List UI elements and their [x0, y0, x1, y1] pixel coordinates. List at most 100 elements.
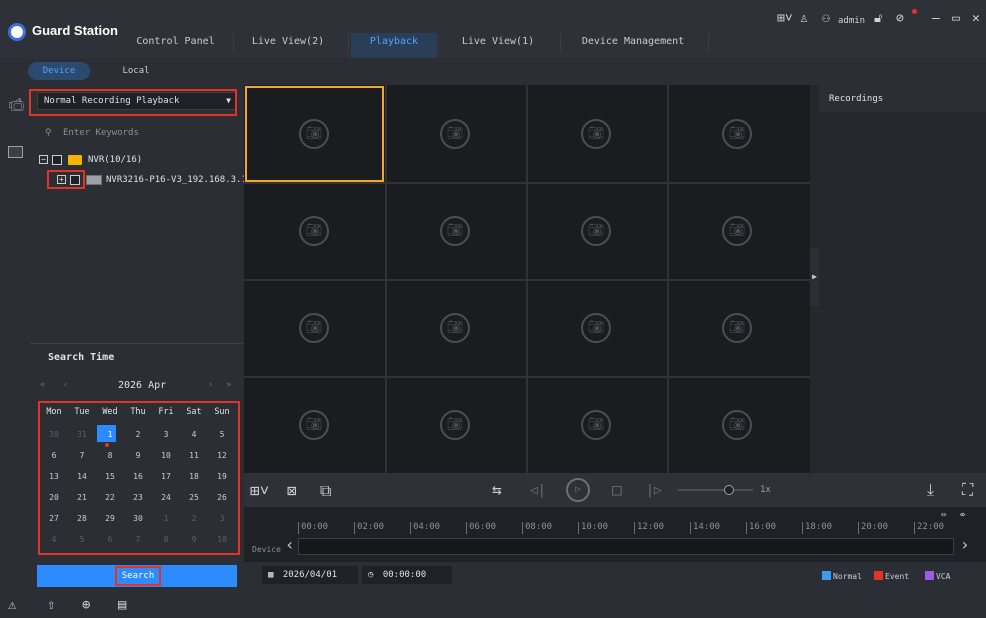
next-year-icon[interactable]: » [226, 380, 231, 390]
timeline-tick-label: 14:00 [693, 522, 721, 532]
timeline-tick-label: 20:00 [861, 522, 889, 532]
tshirt-icon[interactable]: ♙ [800, 12, 808, 26]
search-button-label[interactable]: Search [115, 566, 161, 586]
timeline-tick-label: 02:00 [357, 522, 385, 532]
timeline-tick-label: 22:00 [917, 522, 945, 532]
divider [30, 343, 244, 344]
prev-year-icon[interactable]: « [40, 380, 45, 390]
tab-live-view-1[interactable]: Live View(1) [450, 33, 546, 58]
no-video-camera-icon: 📷︎ [440, 410, 470, 440]
tab-control-panel[interactable]: Control Panel [128, 33, 223, 58]
timeline-tick-label: 12:00 [637, 522, 665, 532]
camera-icon[interactable]: 📹︎ [8, 98, 25, 113]
close-icon[interactable]: ✕ [972, 12, 980, 26]
no-video-camera-icon: 📷︎ [581, 410, 611, 440]
tab-local[interactable]: Local [110, 62, 162, 80]
stop-all-icon[interactable]: ⊠ [287, 482, 297, 500]
lock-icon[interactable]: 🔓︎ [874, 12, 882, 26]
notification-dot [912, 9, 917, 14]
stop-icon[interactable]: □ [612, 481, 622, 499]
maximize-icon[interactable]: ▭ [952, 12, 960, 26]
sync-icon[interactable]: ⇆ [492, 481, 502, 499]
prev-month-icon[interactable]: ‹ [63, 380, 68, 390]
upload-icon[interactable]: ⇧ [47, 597, 55, 613]
no-video-camera-icon: 📷︎ [581, 313, 611, 343]
calendar-month: 2026 Apr [118, 380, 167, 391]
no-video-camera-icon: 📷︎ [440, 119, 470, 149]
tab-live-view-2[interactable]: Live View(2) [240, 33, 336, 58]
no-video-camera-icon: 📷︎ [722, 313, 752, 343]
tree-group-label[interactable]: NVR(10/16) [88, 154, 142, 166]
no-video-camera-icon: 📷︎ [299, 216, 329, 246]
log-icon[interactable]: ▤ [118, 597, 126, 613]
step-back-icon[interactable]: ◁| [530, 482, 546, 500]
tab-device[interactable]: Device [28, 62, 90, 80]
timeline-track[interactable] [298, 538, 954, 555]
legend-swatch [925, 571, 934, 580]
legend-event: Event [874, 571, 909, 582]
calendar-icon: ▦ [268, 570, 274, 580]
timeline-tick [578, 522, 579, 534]
timeline-tick [522, 522, 523, 534]
timeline-tick [802, 522, 803, 534]
timeline-next-icon[interactable]: › [960, 536, 970, 554]
app-logo-icon [8, 23, 26, 41]
step-forward-icon[interactable]: |▷ [646, 482, 662, 500]
no-video-camera-icon: 📷︎ [722, 216, 752, 246]
legend-vca: VCA [925, 571, 950, 582]
timeline-tick [690, 522, 691, 534]
search-time-title: Search Time [48, 352, 115, 363]
username-label[interactable]: admin [838, 14, 865, 28]
legend-normal: Normal [822, 571, 862, 582]
help-icon[interactable]: ⊘ [896, 12, 904, 26]
selected-window[interactable] [245, 86, 384, 182]
recordings-panel [819, 85, 986, 473]
zoom-in-timeline-icon[interactable]: ⇔ [941, 510, 946, 520]
no-video-camera-icon: 📷︎ [722, 119, 752, 149]
app-title: Guard Station [32, 23, 118, 38]
legend-swatch [822, 571, 831, 580]
expand-panel-icon[interactable]: ▶ [810, 248, 819, 306]
annotation-box-checkbox [47, 170, 85, 189]
left-rail [0, 85, 30, 590]
fullscreen-icon[interactable]: ⛶ [962, 481, 973, 499]
minimize-icon[interactable]: – [932, 12, 940, 26]
timeline-tick-label: 08:00 [525, 522, 553, 532]
download-clip-icon[interactable]: ⤓ [927, 481, 934, 499]
tab-separator [348, 33, 349, 51]
timeline-tick [634, 522, 635, 534]
nvr-icon [86, 175, 102, 185]
guard-station-window: Guard Station Control Panel Live View(2)… [0, 0, 986, 618]
grid-line [244, 376, 810, 378]
tab-playback[interactable]: Playback [351, 33, 437, 58]
legend-label: Event [885, 572, 910, 581]
timeline-prev-icon[interactable]: ‹ [285, 536, 295, 554]
next-month-icon[interactable]: › [208, 380, 213, 390]
speed-slider[interactable] [678, 489, 753, 491]
annotation-box-calendar [38, 401, 240, 555]
speed-slider-handle[interactable] [724, 485, 734, 495]
timeline-tick-label: 18:00 [805, 522, 833, 532]
collapse-icon[interactable]: − [39, 155, 48, 164]
window-layout-icon[interactable]: ⊞˅ [250, 482, 269, 500]
group-icon[interactable]: ⚇ [822, 12, 830, 26]
no-video-camera-icon: 📷︎ [440, 216, 470, 246]
time-value: 00:00:00 [382, 570, 427, 580]
alarm-icon[interactable]: ⚠ [8, 597, 16, 613]
layout-icon[interactable]: ⊞˅ [777, 12, 793, 26]
tab-device-management[interactable]: Device Management [568, 33, 698, 58]
zoom-out-timeline-icon[interactable]: ⇎ [960, 510, 965, 520]
search-input[interactable]: ⚲ Enter Keywords [37, 124, 237, 142]
recordings-title: Recordings [829, 94, 884, 104]
snapshot-icon[interactable]: ⧉ [320, 482, 331, 500]
group-checkbox[interactable] [52, 155, 62, 165]
time-picker[interactable]: ◷ 00:00:00 [362, 566, 452, 584]
date-picker[interactable]: ▦ 2026/04/01 [262, 566, 358, 584]
download-icon[interactable]: ⊕ [82, 597, 90, 613]
device-list-icon[interactable] [8, 146, 23, 158]
no-video-camera-icon: 📷︎ [440, 313, 470, 343]
timeline-tick [410, 522, 411, 534]
tab-separator [560, 33, 561, 51]
play-button[interactable]: ▷ [566, 478, 590, 502]
annotation-box-dropdown [29, 89, 237, 116]
